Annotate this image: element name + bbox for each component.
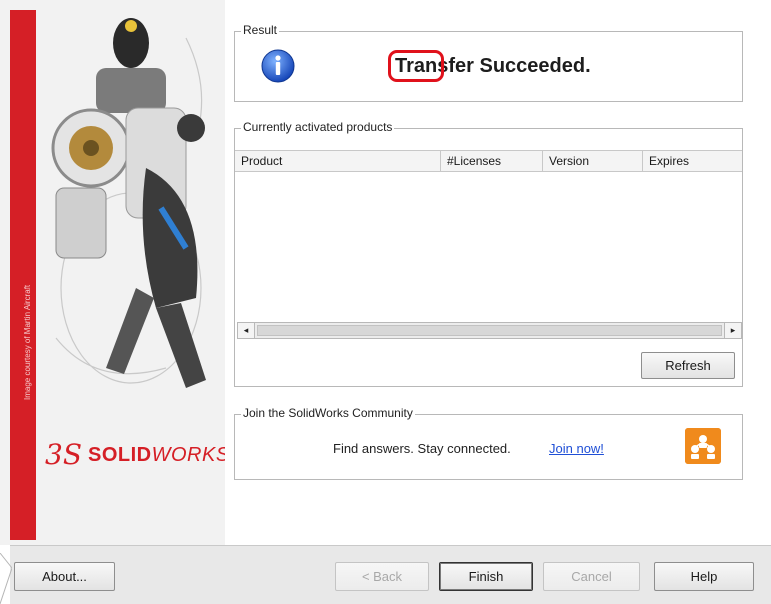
column-header-version[interactable]: Version: [543, 151, 643, 171]
products-table-header: Product #Licenses Version Expires: [235, 150, 742, 172]
join-now-link[interactable]: Join now!: [549, 441, 604, 456]
column-header-expires[interactable]: Expires: [643, 151, 742, 171]
dialog-button-bar: About... < Back Finish Cancel Help: [10, 545, 771, 604]
column-header-product[interactable]: Product: [235, 151, 441, 171]
column-header-licenses[interactable]: #Licenses: [441, 151, 543, 171]
products-table-body[interactable]: [235, 172, 742, 320]
ds-logo-mark: 3S: [45, 438, 82, 471]
about-button[interactable]: About...: [14, 562, 115, 591]
scroll-right-button[interactable]: ▸: [724, 323, 741, 338]
finish-button[interactable]: Finish: [439, 562, 533, 591]
brand-stripe: [10, 10, 36, 540]
community-tagline: Find answers. Stay connected.: [333, 441, 511, 456]
logo-wordmark: SOLIDWORKS: [88, 444, 225, 467]
logo-italic: WORKS: [151, 443, 225, 466]
help-button[interactable]: Help: [654, 562, 754, 591]
result-group-title: Result: [241, 23, 280, 37]
jetpack-illustration: [51, 18, 206, 388]
decorative-corner-line: [0, 553, 12, 604]
solidworks-logo: 3S SOLIDWORKS: [45, 441, 225, 469]
horizontal-scrollbar[interactable]: ◂ ▸: [237, 322, 742, 339]
back-button[interactable]: < Back: [335, 562, 429, 591]
cancel-button[interactable]: Cancel: [543, 562, 640, 591]
activated-products-group: Currently activated products Product #Li…: [234, 120, 743, 387]
refresh-button[interactable]: Refresh: [641, 352, 735, 379]
left-art-panel: Image courtesy of Martin Aircraft 3S SOL…: [0, 0, 225, 545]
scroll-left-button[interactable]: ◂: [238, 323, 255, 338]
info-icon: [261, 49, 295, 83]
highlight-annotation: [388, 50, 444, 82]
image-credit: Image courtesy of Martin Aircraft: [23, 284, 32, 400]
result-group: Result Transfer Succeeded.: [234, 23, 743, 102]
community-group: Join the SolidWorks Community Find answe…: [234, 406, 743, 480]
community-icon[interactable]: [685, 428, 721, 464]
logo-bold: SOLID: [88, 443, 152, 466]
scroll-thumb[interactable]: [257, 325, 722, 336]
products-group-title: Currently activated products: [241, 120, 395, 134]
community-group-title: Join the SolidWorks Community: [241, 406, 415, 420]
